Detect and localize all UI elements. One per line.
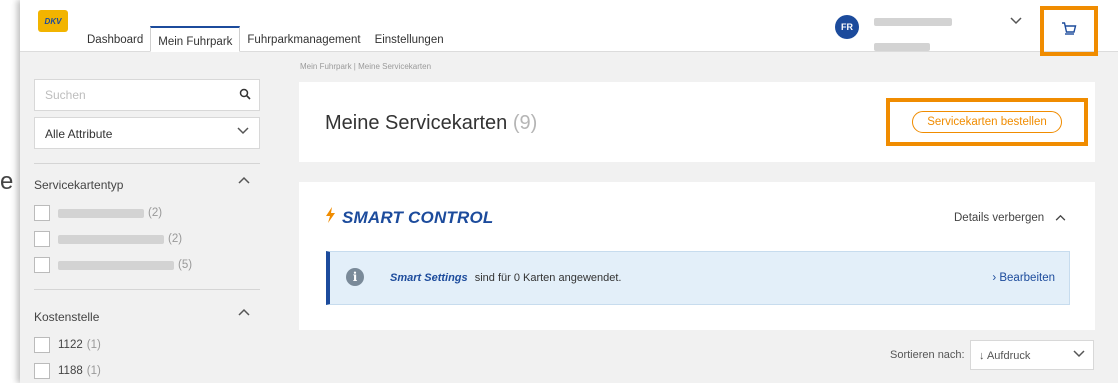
option-count: (5) xyxy=(178,259,193,271)
nav-tab-fuhrparkmanagement[interactable]: Fuhrparkmanagement xyxy=(240,26,367,52)
redacted-option-label xyxy=(58,234,164,244)
section-divider xyxy=(34,163,260,164)
redacted-user-name xyxy=(874,18,952,26)
filter-option[interactable]: (2) xyxy=(34,231,182,247)
breadcrumb[interactable]: Mein Fuhrpark | Meine Servicekarten xyxy=(300,62,431,71)
order-button-highlight: Servicekarten bestellen xyxy=(886,98,1088,146)
info-message-text: sind für 0 Karten angewendet. xyxy=(474,272,622,284)
sort-select[interactable]: ↓ Aufdruck xyxy=(970,340,1094,370)
filter-option[interactable]: (5) xyxy=(34,257,192,273)
filter-option[interactable]: (2) xyxy=(34,205,162,221)
details-toggle-label: Details verbergen xyxy=(954,212,1045,224)
card-count: (9) xyxy=(512,112,538,134)
page-title: Meine Servicekarten (9) xyxy=(325,112,537,135)
user-info-redacted[interactable] xyxy=(874,13,952,56)
search-box xyxy=(34,79,260,111)
chevron-up-icon xyxy=(1055,213,1066,224)
order-servicecards-button[interactable]: Servicekarten bestellen xyxy=(912,111,1062,133)
chevron-up-icon[interactable] xyxy=(238,307,250,319)
attribute-select[interactable]: Alle Attribute xyxy=(34,117,260,149)
checkbox[interactable] xyxy=(34,363,50,379)
smart-settings-label: Smart Settings xyxy=(390,272,468,284)
cart-highlight xyxy=(1040,6,1098,56)
option-count: (1) xyxy=(86,339,101,351)
search-input[interactable] xyxy=(35,80,225,110)
sort-label: Sortieren nach: xyxy=(890,349,965,361)
chevron-down-icon xyxy=(237,126,249,138)
background-page-edge: e xyxy=(0,0,20,383)
section-title-servicekartentyp[interactable]: Servicekartentyp xyxy=(34,178,123,192)
attribute-select-value: Alle Attribute xyxy=(45,127,113,141)
app-window: DKV Dashboard Mein Fuhrpark Fuhrparkmana… xyxy=(20,0,1118,383)
redacted-user-company xyxy=(874,43,930,51)
info-message: Smart Settings sind für 0 Karten angewen… xyxy=(390,272,621,284)
nav-tab-einstellungen[interactable]: Einstellungen xyxy=(368,26,451,52)
sort-select-value: ↓ Aufdruck xyxy=(979,350,1031,362)
edit-link[interactable]: › Bearbeiten xyxy=(992,272,1055,284)
option-label: 1188 xyxy=(58,365,83,377)
checkbox[interactable] xyxy=(34,205,50,221)
chevron-down-icon xyxy=(1073,349,1085,361)
info-icon: i xyxy=(346,268,364,286)
option-count: (1) xyxy=(86,365,101,377)
checkbox[interactable] xyxy=(34,257,50,273)
top-header: DKV Dashboard Mein Fuhrpark Fuhrparkmana… xyxy=(20,0,1118,56)
section-title-kostenstelle[interactable]: Kostenstelle xyxy=(34,310,99,324)
option-count: (2) xyxy=(148,207,163,219)
section-divider xyxy=(34,289,260,290)
lightning-icon xyxy=(325,207,336,228)
option-count: (2) xyxy=(168,233,183,245)
smart-control-title-text: SMART CONTROL xyxy=(342,207,494,227)
filter-sidebar: Alle Attribute Servicekartentyp (2) (2) xyxy=(20,53,282,383)
details-toggle[interactable]: Details verbergen xyxy=(954,212,1066,224)
filter-option[interactable]: 1122 (1) xyxy=(34,337,101,353)
checkbox[interactable] xyxy=(34,231,50,247)
logo-text: DKV xyxy=(44,16,62,26)
nav-tab-dashboard[interactable]: Dashboard xyxy=(80,26,150,52)
main-nav: Dashboard Mein Fuhrpark Fuhrparkmanageme… xyxy=(80,26,451,52)
smart-control-title: SMART CONTROL xyxy=(325,207,494,228)
background-text-fragment: e xyxy=(0,168,14,195)
checkbox[interactable] xyxy=(34,337,50,353)
dkv-logo[interactable]: DKV xyxy=(38,10,68,32)
smart-settings-info: i Smart Settings sind für 0 Karten angew… xyxy=(326,251,1070,305)
page-title-text: Meine Servicekarten xyxy=(325,112,508,134)
smart-control-card: SMART CONTROL Details verbergen i Smart … xyxy=(299,182,1095,330)
redacted-option-label xyxy=(58,260,174,270)
filter-option[interactable]: 1188 (1) xyxy=(34,363,101,379)
cart-icon[interactable] xyxy=(1061,21,1077,42)
chevron-up-icon[interactable] xyxy=(238,175,250,187)
nav-tab-mein-fuhrpark[interactable]: Mein Fuhrpark xyxy=(150,26,241,52)
search-icon[interactable] xyxy=(239,87,251,105)
option-label: 1122 xyxy=(58,339,83,351)
user-avatar[interactable]: FR xyxy=(835,15,859,39)
title-card: Meine Servicekarten (9) Servicekarten be… xyxy=(299,82,1095,162)
redacted-option-label xyxy=(58,208,144,218)
user-menu-chevron-icon[interactable] xyxy=(1010,16,1022,28)
